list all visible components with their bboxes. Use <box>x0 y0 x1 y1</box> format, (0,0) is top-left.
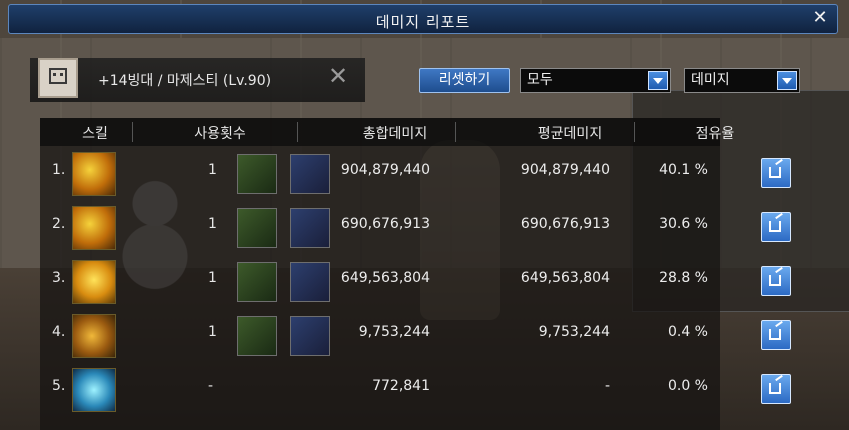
row-rank: 5. <box>52 378 66 394</box>
skill-icon <box>72 260 116 304</box>
share-button[interactable] <box>761 266 791 296</box>
header-divider <box>455 122 456 142</box>
avatar-face-icon <box>49 68 67 84</box>
table-row: 2. 1 690,676,913 690,676,913 30.6 % <box>40 202 791 254</box>
skill-icon <box>72 314 116 358</box>
rune-icon <box>237 208 277 248</box>
chevron-down-icon[interactable] <box>648 71 668 90</box>
row-share: 28.8 % <box>659 270 708 286</box>
skill-icon <box>72 152 116 196</box>
row-rank: 2. <box>52 216 66 232</box>
character-close-icon[interactable]: ✕ <box>328 64 348 88</box>
scope-select-value: 모두 <box>527 72 553 88</box>
row-average-damage: 649,563,804 <box>520 270 610 286</box>
damage-type-select-value: 데미지 <box>691 72 730 88</box>
header-total: 총합데미지 <box>362 126 428 142</box>
share-button[interactable] <box>761 374 791 404</box>
header-uses: 사용횟수 <box>194 126 246 142</box>
share-icon <box>769 383 781 394</box>
header-divider <box>297 122 298 142</box>
character-avatar <box>38 58 78 98</box>
chevron-down-icon[interactable] <box>777 71 797 90</box>
character-name: +14빙대 / 마제스티 (Lv.90) <box>98 73 272 89</box>
close-icon[interactable]: ✕ <box>811 9 829 27</box>
row-total-damage: 772,841 <box>372 378 430 394</box>
row-uses: 1 <box>208 324 217 340</box>
table-row: 1. 1 904,879,440 904,879,440 40.1 % <box>40 148 791 200</box>
row-average-damage: - <box>604 378 610 394</box>
share-button[interactable] <box>761 158 791 188</box>
row-share: 0.4 % <box>667 324 708 340</box>
row-total-damage: 690,676,913 <box>340 216 430 232</box>
share-icon <box>769 221 781 232</box>
row-total-damage: 649,563,804 <box>340 270 430 286</box>
header-divider <box>132 122 133 142</box>
character-header: +14빙대 / 마제스티 (Lv.90) ✕ <box>30 58 365 102</box>
window-title: 데미지 리포트 <box>375 13 471 31</box>
row-total-damage: 904,879,440 <box>340 162 430 178</box>
share-icon <box>769 329 781 340</box>
row-uses: 1 <box>208 270 217 286</box>
row-average-damage: 9,753,244 <box>538 324 610 340</box>
table-header: 스킬 사용횟수 총합데미지 평균데미지 점유율 <box>40 118 734 146</box>
header-average: 평균데미지 <box>537 126 603 142</box>
rune-icon <box>237 316 277 356</box>
rune-icon <box>237 154 277 194</box>
share-button[interactable] <box>761 212 791 242</box>
reset-button[interactable]: 리셋하기 <box>419 68 510 93</box>
row-rank: 3. <box>52 270 66 286</box>
scope-select[interactable]: 모두 <box>520 68 671 93</box>
row-total-damage: 9,753,244 <box>358 324 430 340</box>
header-share: 점유율 <box>695 126 735 142</box>
damage-type-select[interactable]: 데미지 <box>684 68 800 93</box>
skill-icon <box>72 206 116 250</box>
share-icon <box>769 275 781 286</box>
table-row: 5. - 772,841 - 0.0 % <box>40 364 791 416</box>
table-row: 3. 1 649,563,804 649,563,804 28.8 % <box>40 256 791 308</box>
row-uses: - <box>208 378 214 394</box>
row-rank: 4. <box>52 324 66 340</box>
row-average-damage: 690,676,913 <box>520 216 610 232</box>
damage-report-titlebar: 데미지 리포트 ✕ <box>8 4 838 34</box>
header-skill: 스킬 <box>82 126 108 142</box>
skill-icon <box>72 368 116 412</box>
row-average-damage: 904,879,440 <box>520 162 610 178</box>
rune-icon <box>237 262 277 302</box>
row-share: 0.0 % <box>667 378 708 394</box>
row-rank: 1. <box>52 162 66 178</box>
share-icon <box>769 167 781 178</box>
row-share: 40.1 % <box>659 162 708 178</box>
table-row: 4. 1 9,753,244 9,753,244 0.4 % <box>40 310 791 362</box>
row-share: 30.6 % <box>659 216 708 232</box>
header-divider <box>634 122 635 142</box>
damage-table: 스킬 사용횟수 총합데미지 평균데미지 점유율 1. 1 904,879,440… <box>40 118 791 430</box>
row-uses: 1 <box>208 216 217 232</box>
share-button[interactable] <box>761 320 791 350</box>
row-uses: 1 <box>208 162 217 178</box>
